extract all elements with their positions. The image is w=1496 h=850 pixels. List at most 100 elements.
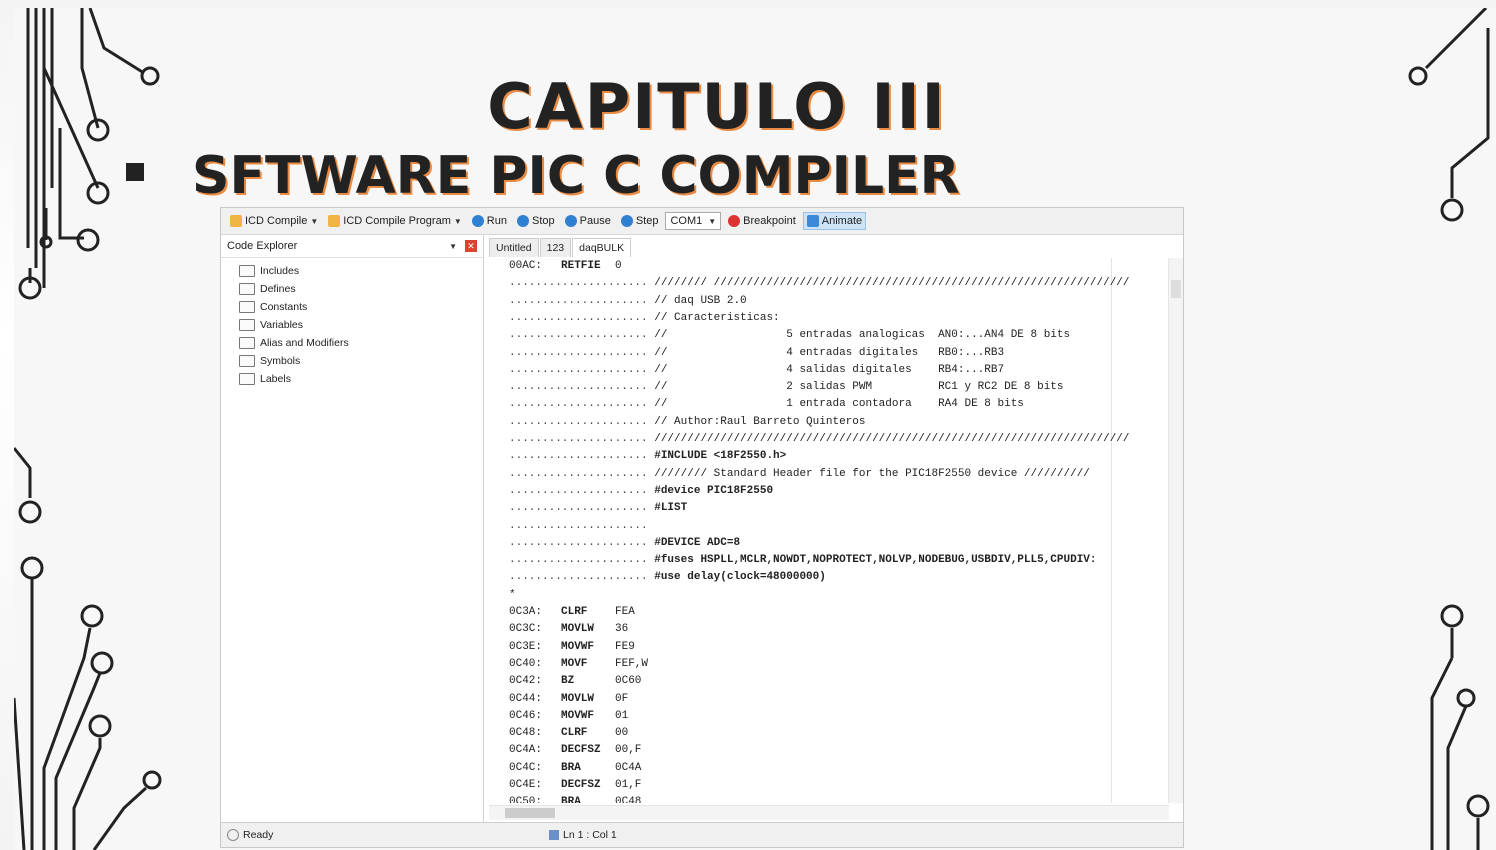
code-dots: ..................... xyxy=(509,450,655,463)
step-button[interactable]: Step xyxy=(618,213,662,229)
ide-window: ICD Compile ▼ ICD Compile Program ▼ Run … xyxy=(220,207,1184,848)
code-dots: ..................... xyxy=(509,433,655,445)
code-text: #DEVICE ADC=8 xyxy=(654,536,741,549)
pause-button[interactable]: Pause xyxy=(562,213,614,229)
code-line: 0C42: BZ 0C60 xyxy=(509,673,641,690)
code-line: ..................... #device PIC18F2550 xyxy=(509,483,773,500)
run-button[interactable]: Run xyxy=(469,213,510,229)
code-text: #LIST xyxy=(654,502,688,515)
horizontal-scrollbar[interactable] xyxy=(489,805,1169,820)
code-dots: ..................... xyxy=(509,467,655,480)
code-text: // Caracteristicas: xyxy=(654,311,780,324)
status-bar: Ready Ln 1 : Col 1 xyxy=(221,822,1183,847)
port-select[interactable]: COM1 ▼ xyxy=(665,212,722,230)
close-icon[interactable]: ✕ xyxy=(465,240,477,252)
icd-compile-program-button[interactable]: ICD Compile Program ▼ xyxy=(325,213,465,229)
animate-button[interactable]: Animate xyxy=(802,212,867,230)
stop-button[interactable]: Stop xyxy=(514,213,558,229)
tree-item-variables[interactable]: Variables xyxy=(239,316,483,334)
code-address: 0C48: xyxy=(509,727,543,740)
code-line: 0C50: BRA 0C48 xyxy=(509,794,641,803)
code-opcode: DECFSZ xyxy=(561,779,601,791)
code-dots: ..................... xyxy=(509,294,655,307)
tree-item-labels[interactable]: Labels xyxy=(239,370,483,388)
tree-item-constants[interactable]: Constants xyxy=(239,298,483,316)
tree-item-label: Symbols xyxy=(260,355,301,367)
code-dots: ..................... xyxy=(509,311,655,324)
code-line: ..................... #DEVICE ADC=8 xyxy=(509,535,740,552)
pin-dropdown-icon[interactable]: ▼ xyxy=(449,242,457,251)
bullet-marker xyxy=(126,163,144,181)
code-dots: ..................... xyxy=(509,329,655,342)
code-line: ..................... #use delay(clock=4… xyxy=(509,569,826,586)
tab-untitled[interactable]: Untitled xyxy=(489,238,539,257)
folder-icon xyxy=(239,301,255,313)
code-operand: FEF,W xyxy=(615,657,649,670)
code-text: * xyxy=(509,588,516,601)
icd-compile-button[interactable]: ICD Compile ▼ xyxy=(227,213,321,229)
code-line: ..................... xyxy=(509,518,654,535)
tab-123[interactable]: 123 xyxy=(539,238,572,257)
code-address: 0C50: xyxy=(509,796,543,803)
step-label: Step xyxy=(635,215,659,227)
code-text: // 4 entradas digitales RB0:...RB3 xyxy=(654,346,1005,359)
code-dots: ..................... xyxy=(509,415,655,428)
code-editor[interactable]: 00AC: RETFIE 0 ..................... //////… xyxy=(489,258,1169,803)
code-text: #fuses HSPLL,MCLR,NOWDT,NOPROTECT,NOLVP,… xyxy=(654,554,1097,567)
code-line: 0C3E: MOVWF FE9 xyxy=(509,639,635,656)
code-operand: 0C4A xyxy=(615,761,642,774)
code-explorer-header: Code Explorer ▼ ✕ xyxy=(221,235,483,258)
code-text: // 5 entradas analogicas AN0:...AN4 DE 8… xyxy=(654,329,1071,342)
horizontal-scroll-thumb[interactable] xyxy=(505,808,555,818)
tree-item-includes[interactable]: Includes xyxy=(239,262,483,280)
breakpoint-button[interactable]: Breakpoint xyxy=(725,213,799,229)
status-icon xyxy=(227,829,239,841)
code-line: ..................... // Author:Raul Bar… xyxy=(509,414,865,431)
code-dots: ..................... xyxy=(509,277,655,290)
code-text: #INCLUDE <18F2550.h> xyxy=(654,450,787,463)
code-opcode: BZ xyxy=(561,675,575,688)
code-line: ..................... // 1 entrada conta… xyxy=(509,396,1024,413)
code-line: ..................... // 4 entradas digi… xyxy=(509,345,1004,362)
code-opcode: CLRF xyxy=(561,606,588,618)
tree-item-alias[interactable]: Alias and Modifiers xyxy=(239,334,483,352)
code-operand: 0 xyxy=(615,260,622,272)
pause-label: Pause xyxy=(579,215,611,227)
code-text: // 1 entrada contadora RA4 DE 8 bits xyxy=(654,398,1024,411)
tree-item-defines[interactable]: Defines xyxy=(239,280,483,298)
code-dots: ..................... xyxy=(509,536,655,549)
tree-item-label: Alias and Modifiers xyxy=(260,337,349,349)
port-value: COM1 xyxy=(670,215,703,227)
code-address: 00AC: xyxy=(509,260,543,272)
code-line: 0C4C: BRA 0C4A xyxy=(509,760,641,777)
code-opcode: MOVWF xyxy=(561,709,595,722)
code-operand: 00,F xyxy=(615,744,642,757)
vertical-scroll-thumb[interactable] xyxy=(1171,280,1181,298)
vertical-scrollbar[interactable] xyxy=(1168,258,1183,803)
code-text: // 2 salidas PWM RC1 y RC2 DE 8 bits xyxy=(654,381,1064,394)
code-line: ..................... #fuses HSPLL,MCLR,… xyxy=(509,552,1097,569)
editor-tabs: Untitled 123 daqBULK xyxy=(489,235,632,257)
code-line: ..................... //////////////////… xyxy=(509,431,1130,448)
code-line: ..................... // 5 entradas anal… xyxy=(509,327,1070,344)
code-opcode: MOVWF xyxy=(561,640,595,653)
compile-program-icon xyxy=(328,215,341,227)
code-text: // Author:Raul Barreto Quinteros xyxy=(654,415,866,428)
animate-label: Animate xyxy=(821,215,863,227)
cursor-position: Ln 1 : Col 1 xyxy=(563,829,617,841)
code-line: 0C4E: DECFSZ 01,F xyxy=(509,777,641,794)
tree-item-label: Constants xyxy=(260,301,308,313)
folder-icon xyxy=(239,283,255,295)
code-dots: ..................... xyxy=(509,571,655,584)
code-line: 0C3A: CLRF FEA xyxy=(509,604,635,621)
code-line: ..................... // 4 salidas digit… xyxy=(509,362,1004,379)
code-operand: 36 xyxy=(615,623,629,636)
code-opcode: RETFIE xyxy=(561,260,601,272)
code-opcode: MOVF xyxy=(561,657,588,670)
code-line: 0C44: MOVLW 0F xyxy=(509,691,628,708)
tree-item-symbols[interactable]: Symbols xyxy=(239,352,483,370)
tab-daqbulk[interactable]: daqBULK xyxy=(572,238,632,257)
code-line: ..................... // Caracteristicas… xyxy=(509,310,780,327)
code-text: // daq USB 2.0 xyxy=(654,294,747,307)
code-explorer-title: Code Explorer xyxy=(227,240,298,252)
